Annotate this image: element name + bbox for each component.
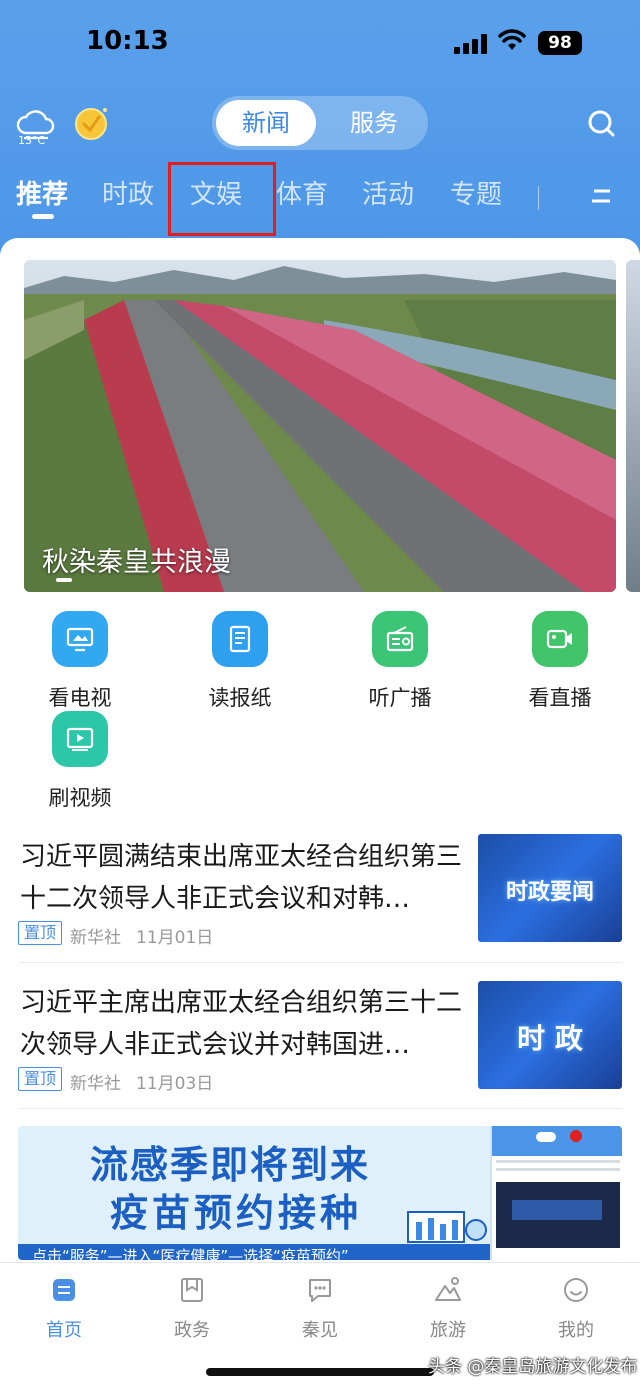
profile-icon (564, 1278, 588, 1302)
news-source: 新华社 (70, 1074, 121, 1094)
nav-government[interactable]: 政务 (152, 1276, 232, 1342)
tab-divider (538, 186, 539, 210)
news-title[interactable]: 习近平主席出席亚太经合组织第三十二次领导人非正式会议并对韩国进… (20, 982, 466, 1066)
tab-topics[interactable]: 专题 (450, 174, 502, 211)
quick-entry-video-label[interactable]: 刷视频 (25, 782, 135, 812)
watermark: 头条 @秦皇岛旅游文化发布 (428, 1357, 638, 1377)
next-banner-preview (626, 260, 640, 592)
government-icon (181, 1278, 203, 1302)
radio-icon[interactable] (372, 611, 428, 667)
vaccine-ad-banner[interactable]: 流感季即将到来 疫苗预约接种 点击“服务”—进入“医疗健康”—选择“疫苗预约” (18, 1126, 622, 1260)
nav-profile[interactable]: 我的 (536, 1276, 616, 1342)
thumbnail-caption: 时 政 (517, 1022, 583, 1055)
nav-qinjian[interactable]: 秦见 (280, 1276, 360, 1342)
annotation-highlight-box (168, 162, 276, 236)
video-icon[interactable] (52, 711, 108, 767)
nav-home-label: 首页 (46, 1320, 82, 1341)
ad-instruction: 点击“服务”—进入“医疗健康”—选择“疫苗预约” (18, 1244, 498, 1260)
news-service-switch: 新闻 服务 (212, 96, 428, 150)
active-tab-indicator (32, 214, 54, 219)
segment-service[interactable]: 服务 (324, 100, 424, 146)
home-icon (53, 1279, 75, 1301)
tab-sports[interactable]: 体育 (276, 174, 328, 211)
home-indicator[interactable] (206, 1368, 434, 1376)
news-source: 新华社 (70, 928, 121, 948)
nav-government-label: 政务 (174, 1320, 210, 1341)
segment-news[interactable]: 新闻 (216, 100, 316, 146)
nav-qinjian-label: 秦见 (302, 1320, 338, 1341)
newspaper-icon[interactable] (212, 611, 268, 667)
nav-travel[interactable]: 旅游 (408, 1276, 488, 1342)
vaccine-vial-icon (407, 1211, 487, 1243)
ad-subheadline: 疫苗预约接种 (110, 1191, 363, 1235)
news-divider (20, 1108, 622, 1109)
ad-headline: 流感季即将到来 (90, 1143, 371, 1187)
status-time: 10:13 (86, 26, 169, 56)
news-date: 11月01日 (136, 928, 214, 948)
travel-icon (435, 1277, 461, 1301)
quick-entry-newspaper-label[interactable]: 读报纸 (185, 682, 295, 712)
news-thumbnail[interactable]: 时 政 (478, 981, 622, 1089)
news-thumbnail[interactable]: 时政要闻 (478, 834, 622, 942)
pinned-badge: 置顶 (18, 921, 62, 945)
battery-indicator: 98 (538, 31, 582, 55)
gold-coin-icon[interactable] (72, 104, 110, 142)
nav-profile-label: 我的 (558, 1320, 594, 1341)
banner-title: 秋染秦皇共浪漫 (42, 547, 231, 578)
wifi-icon (498, 29, 526, 50)
ad-app-preview (490, 1126, 622, 1260)
quick-entry-radio-label[interactable]: 听广播 (345, 682, 455, 712)
tab-politics[interactable]: 时政 (102, 174, 154, 211)
news-date: 11月03日 (136, 1074, 214, 1094)
thumbnail-caption: 时政要闻 (505, 880, 594, 905)
tab-recommend[interactable]: 推荐 (16, 174, 68, 211)
tab-activities[interactable]: 活动 (362, 174, 414, 211)
news-title[interactable]: 习近平圆满结束出席亚太经合组织第三十二次领导人非正式会议和对韩… (20, 836, 466, 920)
nav-home[interactable]: 首页 (24, 1276, 104, 1342)
cellular-signal-icon (454, 34, 488, 54)
quick-entry-tv-label[interactable]: 看电视 (25, 682, 135, 712)
menu-icon[interactable] (590, 186, 612, 206)
nav-travel-label: 旅游 (430, 1320, 466, 1341)
pinned-badge: 置顶 (18, 1067, 62, 1091)
weather-temperature: 13°C (18, 134, 46, 147)
chat-icon (309, 1279, 331, 1302)
quick-entry-live-label[interactable]: 看直播 (505, 682, 615, 712)
tv-icon[interactable] (52, 611, 108, 667)
news-divider (20, 962, 622, 963)
carousel-indicator (56, 578, 72, 582)
live-camera-icon[interactable] (532, 611, 588, 667)
search-icon[interactable] (586, 108, 616, 138)
